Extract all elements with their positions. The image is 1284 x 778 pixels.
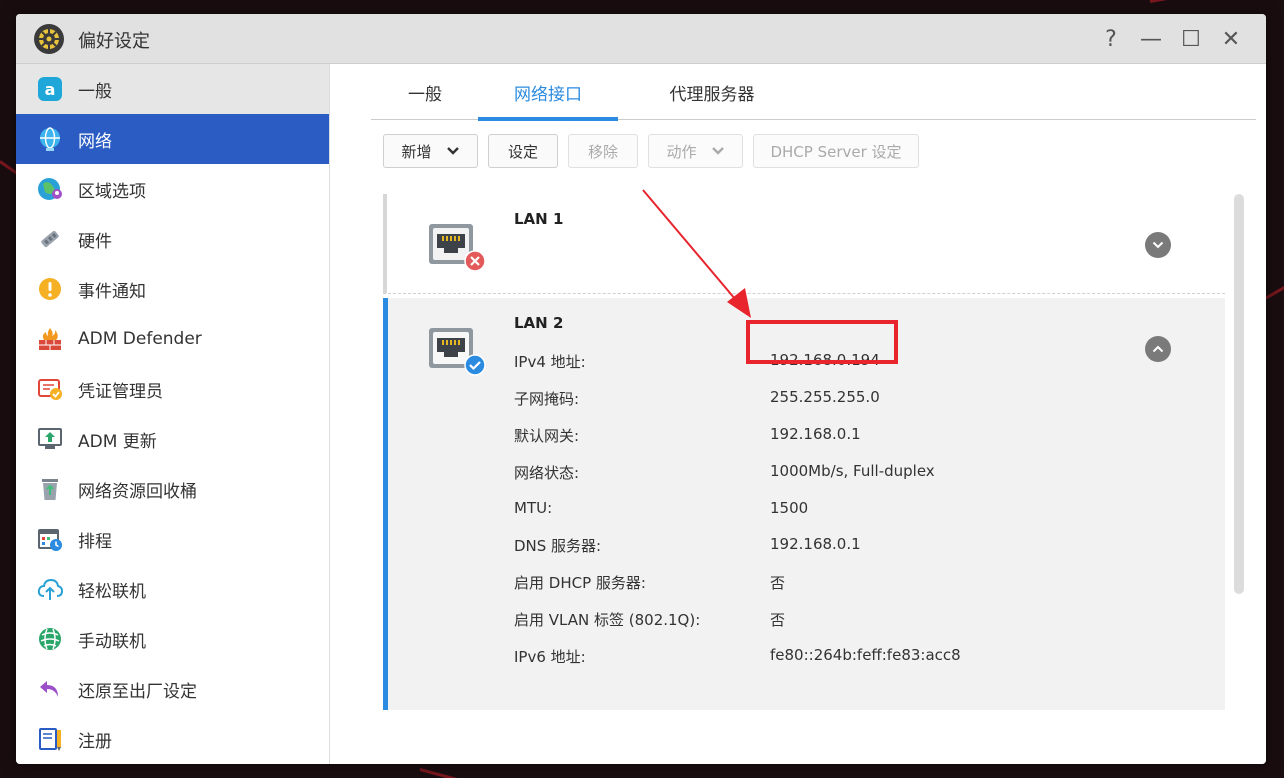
firewall-icon (36, 325, 64, 353)
background-streak (1149, 0, 1230, 3)
hardware-icon (36, 225, 64, 253)
sidebar-item-label: 凭证管理员 (78, 381, 163, 402)
vlan-tag-enabled-label: 启用 VLAN 标签 (802.1Q): (514, 611, 701, 629)
general-icon: a (36, 75, 64, 103)
sidebar-item-certificate[interactable]: 凭证管理员 (16, 364, 329, 414)
title-bar[interactable]: 偏好设定 ? — ☐ ✕ (16, 14, 1266, 64)
network-status-label: 网络状态: (514, 464, 580, 482)
globe-icon (36, 125, 64, 153)
annotation-highlight-box (746, 320, 898, 364)
preferences-window: 偏好设定 ? — ☐ ✕ a 一般 网络 区域选项 硬件 事件通知 ADM De… (16, 14, 1266, 764)
chevron-up-icon (1152, 345, 1164, 353)
sidebar-item-adm-update[interactable]: ADM 更新 (16, 414, 329, 464)
help-button[interactable]: ? (1096, 24, 1126, 54)
lan2-title: LAN 2 (514, 314, 564, 332)
subnet-mask-label: 子网掩码: (514, 390, 580, 408)
network-status-value: 1000Mb/s, Full-duplex (770, 462, 935, 480)
sidebar: a 一般 网络 区域选项 硬件 事件通知 ADM Defender 凭证管理员 … (16, 64, 330, 764)
manual-connect-icon (36, 625, 64, 653)
gateway-value: 192.168.0.1 (770, 425, 861, 443)
sidebar-item-factory-reset[interactable]: 还原至出厂设定 (16, 664, 329, 714)
maximize-button[interactable]: ☐ (1176, 24, 1206, 54)
connected-check-badge-icon (464, 354, 486, 380)
main-content: 一般 网络接口 代理服务器 新增 设定 移除 动作 DHCP Server 设定 (331, 64, 1266, 764)
svg-text:a: a (45, 80, 56, 99)
sidebar-item-label: 排程 (78, 531, 112, 552)
restore-icon (36, 675, 64, 703)
register-icon (36, 725, 64, 753)
lan1-title: LAN 1 (514, 210, 564, 228)
update-icon (36, 425, 64, 453)
remove-button[interactable]: 移除 (568, 134, 638, 168)
dns-server-value: 192.168.0.1 (770, 535, 861, 553)
window-title: 偏好设定 (78, 31, 150, 52)
dns-server-label: DNS 服务器: (514, 537, 602, 555)
sidebar-item-schedule[interactable]: 排程 (16, 514, 329, 564)
mtu-value: 1500 (770, 499, 809, 517)
mtu-label: MTU: (514, 499, 553, 517)
sidebar-item-network[interactable]: 网络 (16, 114, 329, 164)
tab-bar: 一般 网络接口 代理服务器 (371, 64, 1256, 121)
sidebar-item-notification[interactable]: 事件通知 (16, 264, 329, 314)
sidebar-item-label: 注册 (78, 731, 112, 752)
close-button[interactable]: ✕ (1216, 24, 1246, 54)
app-gear-icon (34, 24, 64, 54)
sidebar-item-label: 硬件 (78, 231, 112, 252)
disconnected-badge-icon (464, 250, 486, 276)
sidebar-item-label: 手动联机 (78, 631, 146, 652)
cloud-connect-icon (36, 575, 64, 603)
sidebar-item-manual-connect[interactable]: 手动联机 (16, 614, 329, 664)
subnet-mask-value: 255.255.255.0 (770, 388, 880, 406)
sidebar-item-label: 区域选项 (78, 181, 146, 202)
collapse-toggle-button[interactable] (1145, 336, 1171, 362)
settings-button[interactable]: 设定 (488, 134, 558, 168)
sidebar-item-label: 轻松联机 (78, 581, 146, 602)
annotation-arrow-icon (642, 189, 751, 318)
add-dropdown-button[interactable]: 新增 (383, 134, 478, 168)
chevron-down-icon (711, 147, 724, 155)
tab-proxy-server[interactable]: 代理服务器 (637, 64, 787, 120)
sidebar-item-hardware[interactable]: 硬件 (16, 214, 329, 264)
schedule-icon (36, 525, 64, 553)
recycle-bin-icon (36, 475, 64, 503)
lan1-card[interactable]: LAN 1 (383, 194, 1225, 294)
sidebar-item-label: 还原至出厂设定 (78, 681, 197, 702)
sidebar-item-adm-defender[interactable]: ADM Defender (16, 314, 329, 364)
sidebar-item-label: ADM Defender (78, 329, 202, 349)
sidebar-item-label: 网络 (78, 131, 112, 152)
vlan-tag-enabled-value: 否 (770, 611, 786, 629)
sidebar-item-recycle-bin[interactable]: 网络资源回收桶 (16, 464, 329, 514)
chevron-down-icon (1152, 241, 1164, 249)
dhcp-server-settings-button[interactable]: DHCP Server 设定 (753, 134, 919, 168)
dhcp-server-enabled-label: 启用 DHCP 服务器: (514, 574, 646, 592)
sidebar-item-easy-connect[interactable]: 轻松联机 (16, 564, 329, 614)
alert-icon (36, 275, 64, 303)
region-globe-icon (36, 175, 64, 203)
minimize-button[interactable]: — (1136, 24, 1166, 54)
ipv6-label: IPv6 地址: (514, 648, 586, 666)
chevron-down-icon (446, 147, 459, 155)
dhcp-server-enabled-value: 否 (770, 574, 786, 592)
sidebar-item-general[interactable]: a 一般 (16, 64, 329, 114)
expand-toggle-button[interactable] (1145, 232, 1171, 258)
sidebar-item-label: ADM 更新 (78, 431, 157, 452)
certificate-icon (36, 375, 64, 403)
action-dropdown-button[interactable]: 动作 (648, 134, 743, 168)
sidebar-item-register[interactable]: 注册 (16, 714, 329, 764)
sidebar-item-region[interactable]: 区域选项 (16, 164, 329, 214)
tab-general[interactable]: 一般 (371, 64, 479, 120)
interface-list: LAN 1 LAN 2 IPv4 地址: 192.168.0.194 子网掩码:… (383, 194, 1225, 714)
tab-network-interface[interactable]: 网络接口 (478, 64, 618, 121)
ipv6-value: fe80::264b:feff:fe83:acc8 (770, 646, 961, 664)
background-streak (419, 768, 479, 778)
sidebar-item-label: 事件通知 (78, 281, 146, 302)
gateway-label: 默认网关: (514, 427, 580, 445)
ipv4-label: IPv4 地址: (514, 353, 586, 371)
sidebar-item-label: 一般 (78, 81, 112, 102)
sidebar-item-label: 网络资源回收桶 (78, 481, 197, 502)
list-scrollbar[interactable] (1234, 194, 1244, 594)
